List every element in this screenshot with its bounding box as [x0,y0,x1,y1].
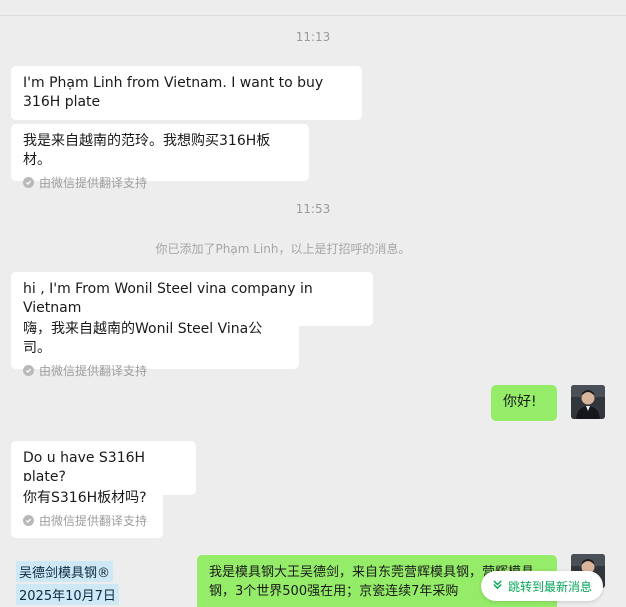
incoming-message[interactable]: I'm Phạm Linh from Vietnam. I want to bu… [11,66,362,120]
translation-card[interactable]: 你有S316H板材吗? 由微信提供翻译支持 [11,481,163,538]
timestamp: 11:13 [295,30,331,44]
translation-credit: 由微信提供翻译支持 [23,174,297,191]
double-chevron-down-icon [492,579,503,593]
translation-text: 你有S316H板材吗? [23,490,147,506]
translation-card[interactable]: 嗨，我来自越南的Wonil Steel Vina公司。 由微信提供翻译支持 [11,312,299,378]
translation-card[interactable]: 我是来自越南的范玲。我想购买316H板材。 由微信提供翻译支持 [11,124,309,190]
check-icon [23,515,34,526]
system-notice: 你已添加了Phạm Linh，以上是打招呼的消息。 [155,242,411,256]
translation-credit: 由微信提供翻译支持 [23,362,287,379]
watermark-name: 吴德剑模具钢® [16,561,114,582]
title-divider [0,0,626,16]
translation-text: 我是来自越南的范玲。我想购买316H板材。 [23,133,271,168]
watermark-date: 2025年10月7日 [16,584,119,605]
avatar[interactable] [571,385,605,419]
chat-area[interactable]: 11:13 I'm Phạm Linh from Vietnam. I want… [0,0,626,607]
check-icon [23,177,34,188]
translation-text: 嗨，我来自越南的Wonil Steel Vina公司。 [23,321,263,356]
timestamp: 11:53 [295,202,331,216]
check-icon [23,365,34,376]
watermark: 吴德剑模具钢® 2025年10月7日 [16,561,124,605]
translation-credit: 由微信提供翻译支持 [23,512,151,529]
outgoing-message[interactable]: 你好! [491,385,557,421]
jump-to-latest-button[interactable]: 跳转到最新消息 [481,571,603,601]
